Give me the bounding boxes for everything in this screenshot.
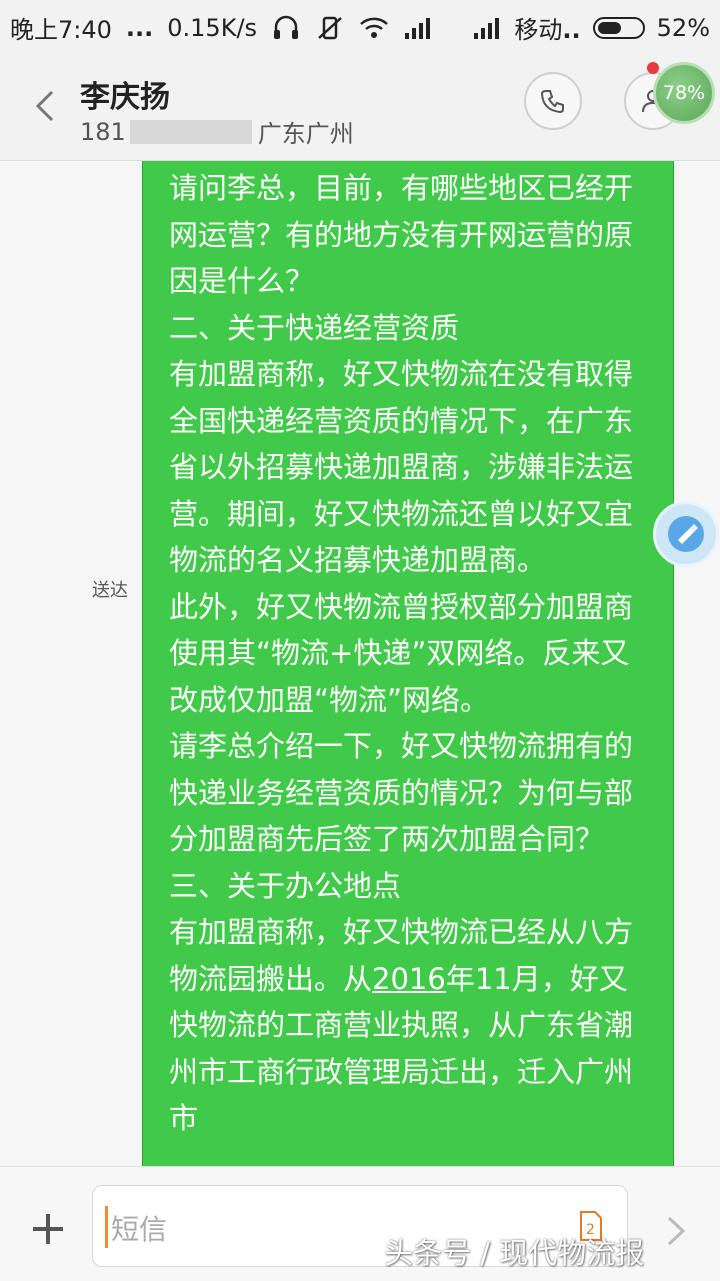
signal-icon-1 — [403, 15, 433, 41]
message-paragraph: 此外，好又快物流曾授权部分加盟商使用其“物流+快递”双网络。反来又改成仅加盟“物… — [169, 589, 634, 717]
back-arrow-icon[interactable] — [30, 86, 58, 126]
call-button[interactable] — [524, 72, 582, 130]
watermark-text: 头条号 / 现代物流报 — [384, 1236, 645, 1270]
add-attachment-icon[interactable] — [30, 1211, 66, 1247]
conversation-header: 李庆扬 181 广东广州 — [0, 52, 720, 161]
clean-brush-icon — [668, 516, 704, 552]
delivery-status: 送达 — [92, 580, 128, 601]
phone-prefix: 181 — [80, 117, 126, 146]
memory-usage-badge[interactable]: 78% — [653, 62, 715, 124]
headphones-icon — [271, 15, 301, 41]
phone-redacted — [129, 119, 252, 144]
carrier-name: 移动.. — [514, 16, 581, 44]
contact-subtitle: 181 广东广州 — [80, 114, 354, 149]
contact-location: 广东广州 — [257, 120, 354, 148]
battery-percent: 52% — [656, 13, 710, 42]
status-bar: 晚上7:40 ... 0.15K/s 移动.. 52% — [0, 0, 720, 52]
send-arrow-icon[interactable] — [666, 1215, 686, 1247]
message-paragraph: 请问李总，目前，有哪些地区已经开网运营？有的地方没有开网运营的原因是什么？ — [169, 171, 634, 298]
text-cursor — [105, 1206, 108, 1248]
status-dots: ... — [125, 13, 154, 42]
battery-icon — [592, 16, 645, 39]
message-paragraph: 二、关于快递经营资质 — [169, 310, 460, 345]
date-link[interactable]: 2016 — [372, 962, 446, 996]
message-paragraph: 有加盟商称，好又快物流已经从八方物流园搬出。从2016年11月，好又快物流的工商… — [169, 915, 634, 1135]
signal-icon-2 — [472, 15, 502, 41]
message-paragraph: 三、关于办公地点 — [169, 868, 402, 903]
sent-message-bubble[interactable]: 请问李总，目前，有哪些地区已经开网运营？有的地方没有开网运营的原因是什么？ 二、… — [142, 161, 674, 1166]
contact-name: 李庆扬 — [80, 80, 170, 115]
wifi-icon — [359, 15, 389, 41]
phone-icon — [540, 90, 564, 114]
notification-dot — [647, 62, 659, 74]
sms-input-placeholder: 短信 — [111, 1213, 168, 1246]
floating-assistant-ball[interactable] — [653, 501, 719, 567]
network-speed: 0.15K/s — [167, 13, 258, 42]
message-paragraph: 请李总介绍一下，好又快物流拥有的快递业务经营资质的情况？为何与部分加盟商先后签了… — [169, 729, 634, 856]
message-paragraph: 有加盟商称，好又快物流在没有取得全国快递经营资质的情况下，在广东省以外招募快递加… — [169, 357, 634, 577]
message-list[interactable]: 送达 请问李总，目前，有哪些地区已经开网运营？有的地方没有开网运营的原因是什么？… — [0, 161, 720, 1166]
vibrate-off-icon — [315, 15, 345, 41]
status-time: 晚上7:40 — [10, 16, 112, 44]
